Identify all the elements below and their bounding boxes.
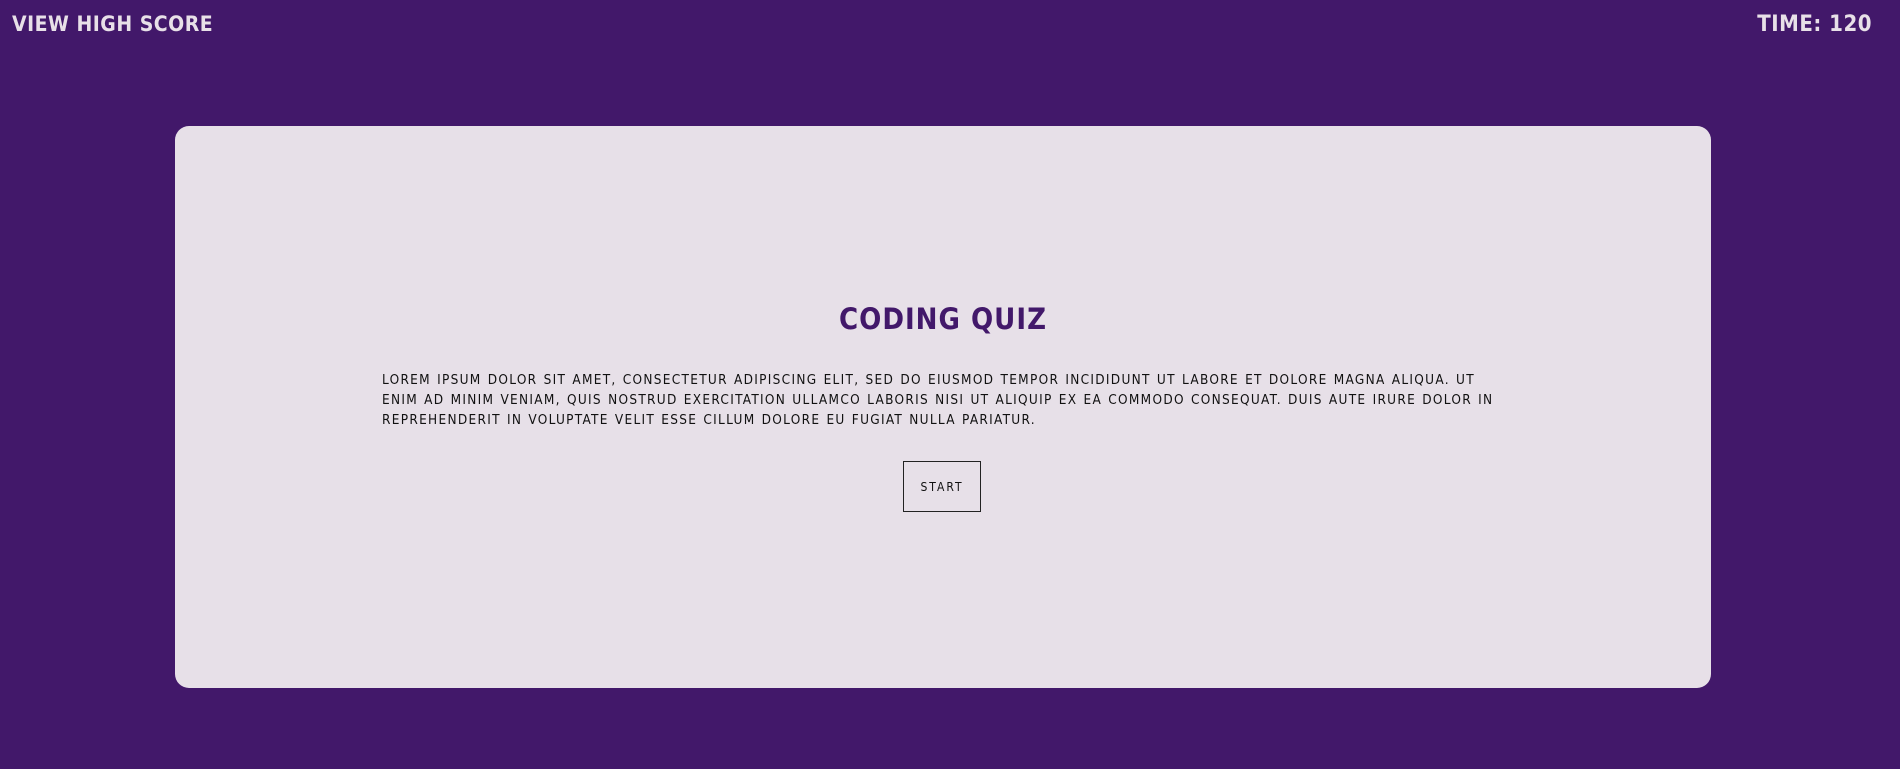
quiz-card: CODING QUIZ LOREM IPSUM DOLOR SIT AMET, … bbox=[175, 126, 1711, 688]
quiz-description: LOREM IPSUM DOLOR SIT AMET, CONSECTETUR … bbox=[382, 372, 1494, 428]
quiz-title: CODING QUIZ bbox=[839, 302, 1047, 336]
timer-display: TIME: 120 bbox=[1757, 12, 1872, 37]
start-button[interactable]: START bbox=[903, 461, 981, 512]
view-high-score-link[interactable]: VIEW HIGH SCORE bbox=[12, 12, 213, 36]
top-bar: VIEW HIGH SCORE TIME: 120 bbox=[0, 0, 1900, 52]
